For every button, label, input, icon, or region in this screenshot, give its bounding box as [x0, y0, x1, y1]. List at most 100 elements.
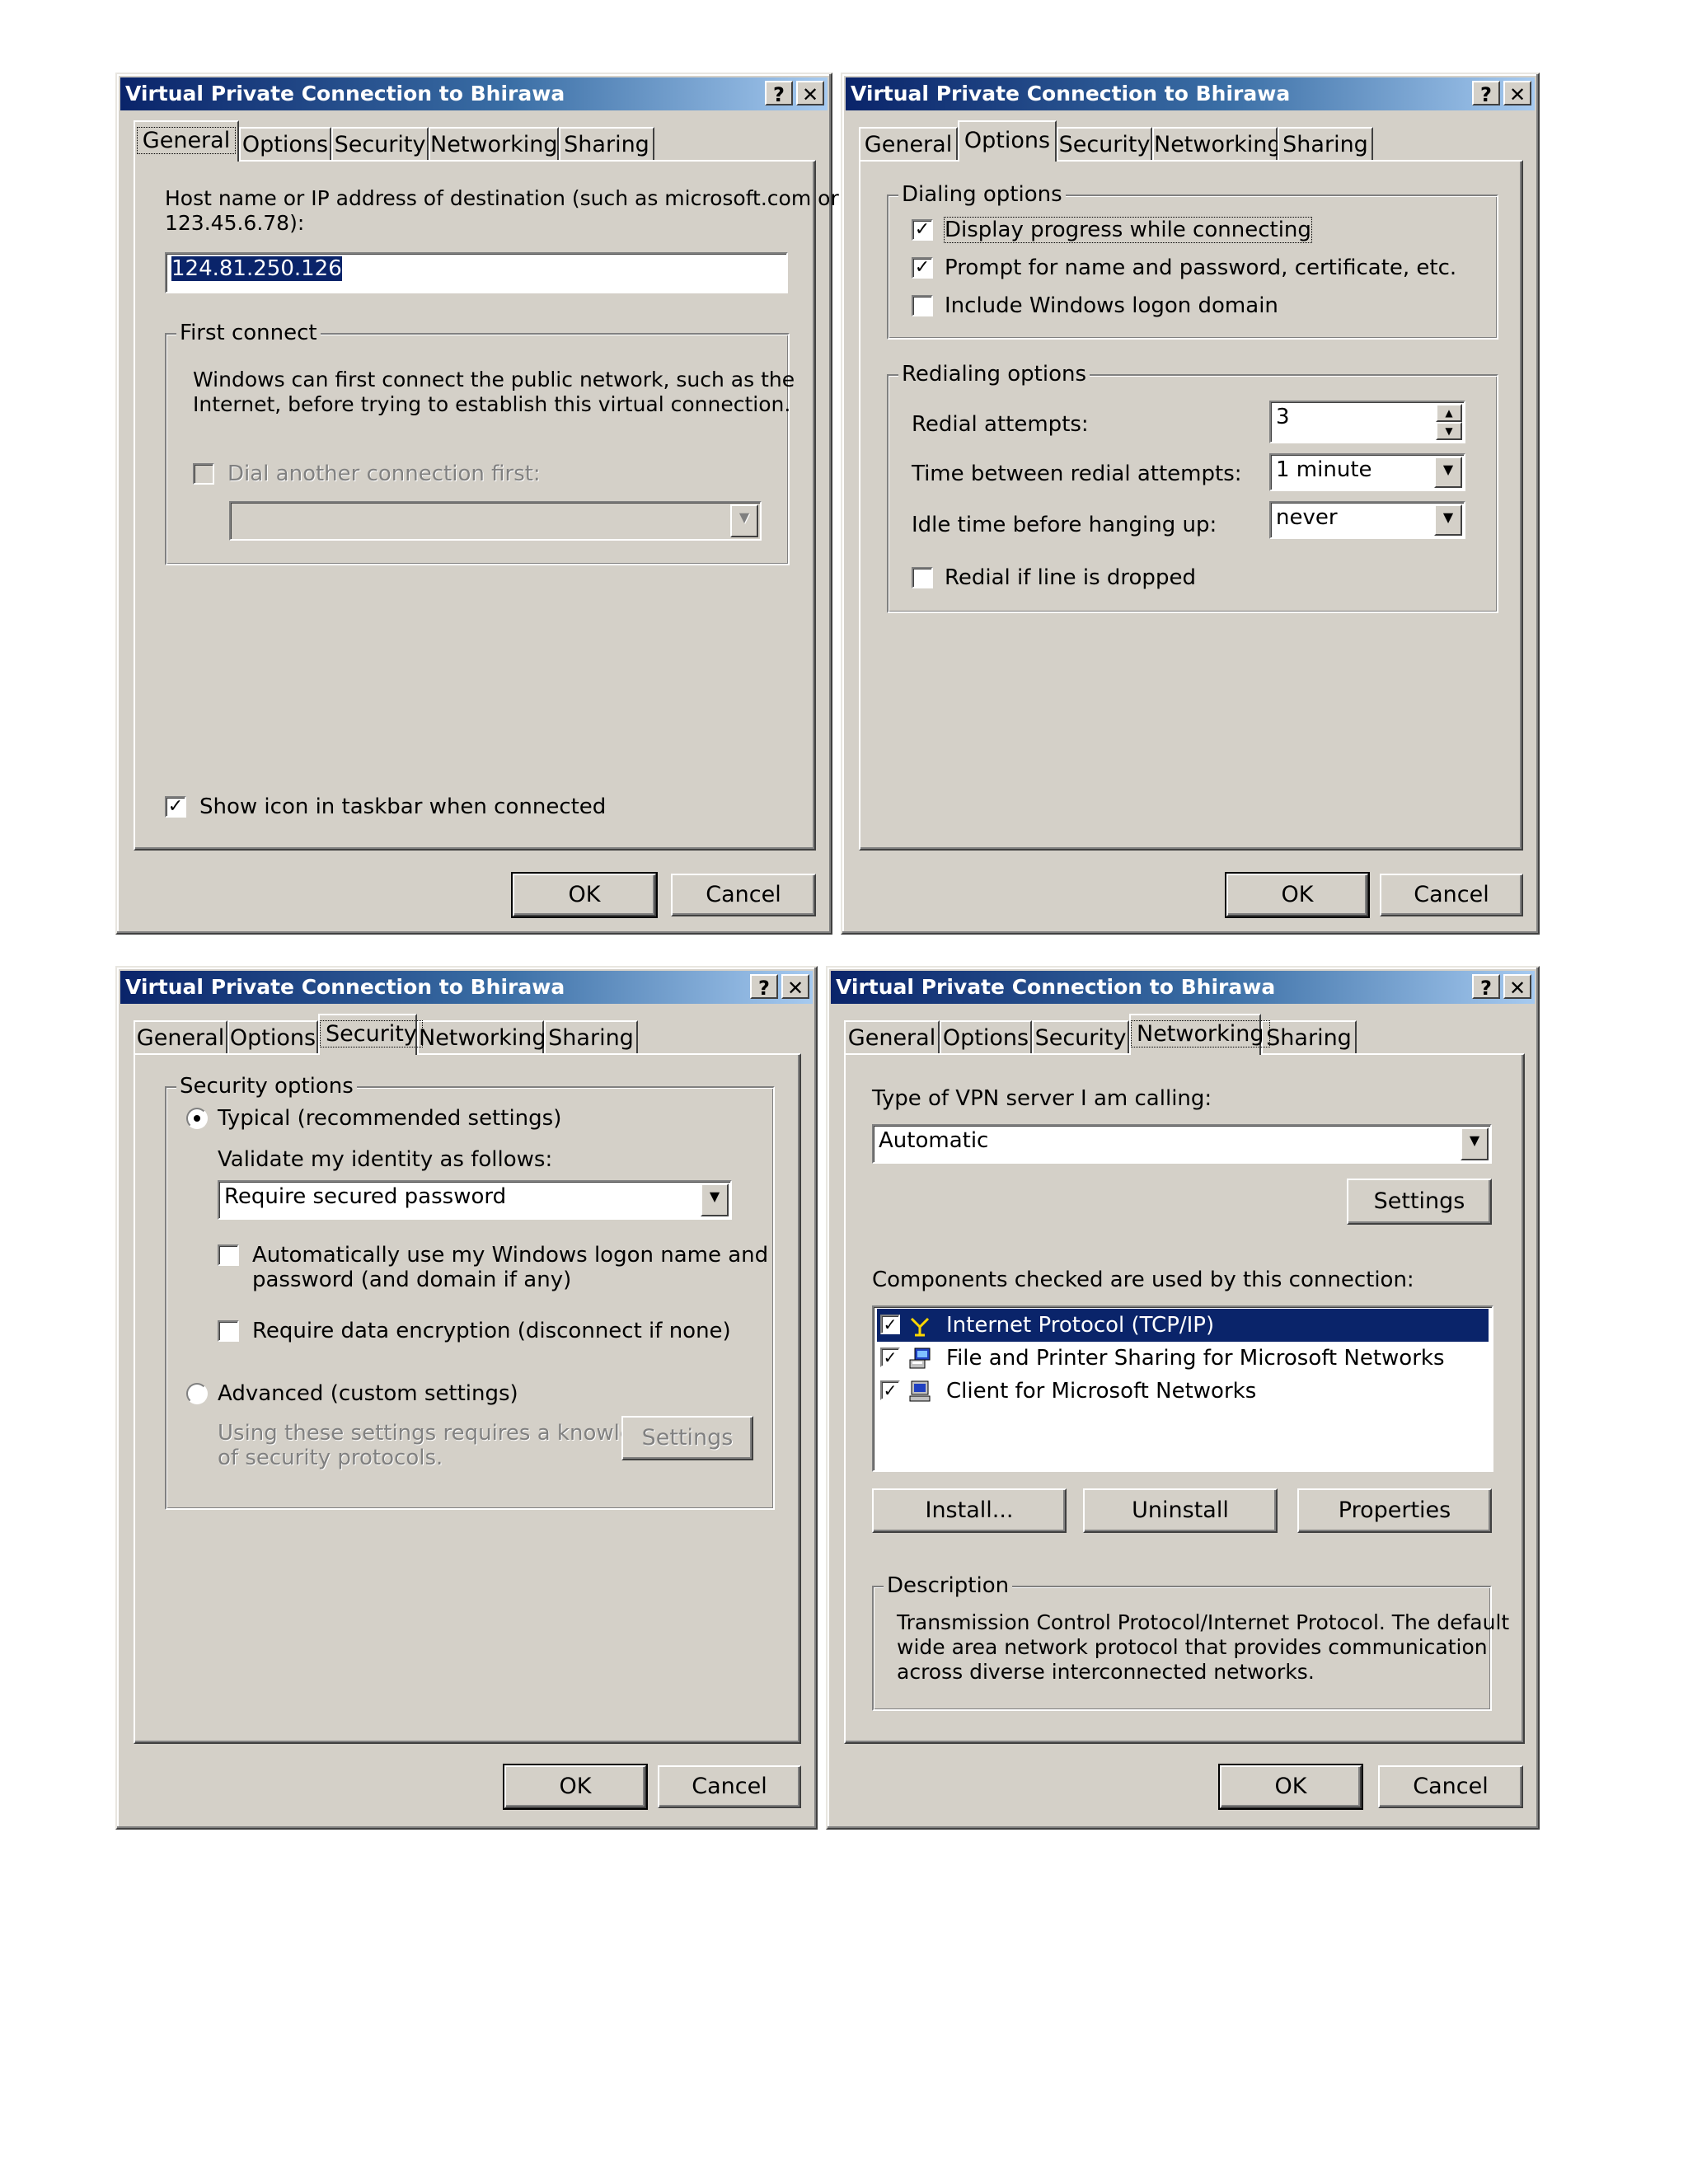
close-button[interactable]: ✕ [781, 974, 809, 1000]
help-button[interactable]: ? [750, 974, 778, 1000]
advanced-label: Advanced (custom settings) [218, 1381, 518, 1406]
host-input-value: 124.81.250.126 [171, 256, 342, 281]
title-bar[interactable]: Virtual Private Connection to Bhirawa ? … [846, 77, 1535, 110]
security-settings-button[interactable]: Settings [621, 1416, 753, 1460]
tab-networking[interactable]: Networking [1129, 1014, 1270, 1055]
redial-dropped-checkbox[interactable] [912, 567, 933, 588]
time-between-dropdown[interactable]: 1 minute ▼ [1269, 453, 1465, 491]
auto-logon-checkbox[interactable] [218, 1244, 239, 1266]
tcpip-label: Internet Protocol (TCP/IP) [946, 1313, 1215, 1338]
ok-button[interactable]: OK [1218, 1764, 1363, 1810]
close-button[interactable]: ✕ [1503, 81, 1531, 106]
tab-general[interactable]: General [859, 127, 958, 160]
validate-value: Require secured password [224, 1184, 507, 1209]
require-encryption-checkbox[interactable] [218, 1320, 239, 1342]
typical-radio[interactable] [186, 1108, 208, 1129]
tab-security[interactable]: Security [318, 1014, 423, 1055]
redial-attempts-spinner[interactable]: ▲ ▼ [1436, 404, 1462, 440]
require-encryption-label: Require data encryption (disconnect if n… [252, 1319, 731, 1343]
networking-settings-button[interactable]: Settings [1347, 1179, 1492, 1225]
tab-networking[interactable]: Networking [1152, 127, 1282, 160]
cancel-button[interactable]: Cancel [1380, 874, 1523, 916]
include-domain-checkbox[interactable] [912, 295, 933, 316]
advanced-note-line1: Using these settings requires a knowledg… [218, 1421, 673, 1446]
dial-another-dropdown[interactable]: ▼ [229, 501, 762, 541]
list-item-network-client[interactable]: ✓ Client for Microsoft Networks [877, 1375, 1489, 1408]
close-button[interactable]: ✕ [796, 81, 824, 106]
tab-general[interactable]: General [844, 1020, 940, 1053]
redialing-options-group: Redialing options Redial attempts: 3 ▲ ▼ … [887, 361, 1498, 613]
tcpip-checkbox[interactable]: ✓ [880, 1315, 900, 1334]
tab-security[interactable]: Security [1057, 127, 1152, 160]
prompt-checkbox[interactable]: ✓ [912, 257, 933, 279]
tab-sharing[interactable]: Sharing [559, 127, 654, 160]
chevron-down-icon[interactable]: ▼ [1461, 1127, 1489, 1160]
redial-attempts-input[interactable]: 3 ▲ ▼ [1269, 401, 1465, 443]
spin-up-icon[interactable]: ▲ [1436, 404, 1462, 422]
tab-options[interactable]: Options [940, 1020, 1032, 1053]
ok-button[interactable]: OK [1225, 872, 1370, 918]
display-progress-checkbox[interactable]: ✓ [912, 219, 933, 241]
dial-another-checkbox[interactable] [193, 463, 214, 485]
validate-dropdown[interactable]: Require secured password ▼ [218, 1180, 732, 1220]
idle-time-dropdown[interactable]: never ▼ [1269, 501, 1465, 539]
network-client-label: Client for Microsoft Networks [946, 1379, 1257, 1404]
help-button[interactable]: ? [765, 81, 793, 106]
tab-panel-networking: Type of VPN server I am calling: Automat… [844, 1053, 1525, 1744]
properties-button[interactable]: Properties [1297, 1488, 1492, 1533]
host-input[interactable]: 124.81.250.126 [165, 252, 788, 293]
list-item-file-printer-sharing[interactable]: ✓ File and Printer Sharing for Microsoft… [877, 1342, 1489, 1375]
vpn-type-value: Automatic [879, 1128, 989, 1153]
chevron-down-icon[interactable]: ▼ [1434, 504, 1462, 536]
tab-sharing[interactable]: Sharing [544, 1020, 638, 1053]
close-button[interactable]: ✕ [1503, 974, 1531, 1000]
tab-networking[interactable]: Networking [429, 127, 559, 160]
tab-security[interactable]: Security [331, 127, 429, 160]
ok-button[interactable]: OK [503, 1764, 648, 1810]
cancel-button[interactable]: Cancel [658, 1765, 801, 1808]
title-bar[interactable]: Virtual Private Connection to Bhirawa ? … [120, 77, 828, 110]
security-options-legend: Security options [176, 1073, 357, 1099]
network-client-checkbox[interactable]: ✓ [880, 1380, 900, 1400]
install-button[interactable]: Install... [872, 1488, 1067, 1533]
tab-panel-general: Host name or IP address of destination (… [134, 160, 839, 851]
first-connect-group: First connect Windows can first connect … [165, 320, 795, 565]
uninstall-button[interactable]: Uninstall [1083, 1488, 1278, 1533]
tab-sharing[interactable]: Sharing [1278, 127, 1373, 160]
chevron-down-icon[interactable]: ▼ [730, 504, 758, 537]
tab-general[interactable]: General [134, 1020, 227, 1053]
chevron-down-icon[interactable]: ▼ [701, 1183, 729, 1216]
chevron-down-icon[interactable]: ▼ [1434, 457, 1462, 488]
advanced-note-line2: of security protocols. [218, 1446, 443, 1470]
help-button[interactable]: ? [1472, 81, 1500, 106]
tab-options[interactable]: Options [227, 1020, 318, 1053]
components-list[interactable]: ✓ Internet Protocol (TCP/IP) ✓ File and … [872, 1305, 1493, 1472]
cancel-button[interactable]: Cancel [671, 874, 816, 916]
tab-networking[interactable]: Networking [417, 1020, 546, 1053]
typical-label: Typical (recommended settings) [218, 1106, 562, 1131]
advanced-radio[interactable] [186, 1383, 208, 1404]
show-icon-label: Show icon in taskbar when connected [199, 794, 607, 819]
prompt-label: Prompt for name and password, certificat… [945, 255, 1457, 280]
file-printer-sharing-icon [909, 1347, 931, 1369]
first-connect-legend: First connect [176, 320, 321, 346]
cancel-button[interactable]: Cancel [1378, 1765, 1523, 1808]
tab-sharing[interactable]: Sharing [1261, 1020, 1357, 1053]
dialog-networking: Virtual Private Connection to Bhirawa ? … [826, 966, 1540, 1830]
title-bar[interactable]: Virtual Private Connection to Bhirawa ? … [831, 971, 1535, 1004]
tab-options[interactable]: Options [958, 120, 1057, 162]
vpn-type-label: Type of VPN server I am calling: [872, 1086, 1212, 1111]
list-item-tcpip[interactable]: ✓ Internet Protocol (TCP/IP) [877, 1309, 1489, 1342]
file-printer-sharing-checkbox[interactable]: ✓ [880, 1347, 900, 1367]
tab-general[interactable]: General [134, 120, 239, 162]
tab-options[interactable]: Options [239, 127, 331, 160]
spin-down-icon[interactable]: ▼ [1436, 422, 1462, 440]
show-icon-checkbox[interactable]: ✓ [165, 796, 186, 818]
redial-dropped-label: Redial if line is dropped [945, 565, 1196, 590]
tab-security[interactable]: Security [1032, 1020, 1129, 1053]
ok-button[interactable]: OK [511, 872, 658, 918]
vpn-type-dropdown[interactable]: Automatic ▼ [872, 1124, 1492, 1164]
title-bar[interactable]: Virtual Private Connection to Bhirawa ? … [120, 971, 813, 1004]
redial-attempts-label: Redial attempts: [912, 412, 1089, 437]
help-button[interactable]: ? [1472, 974, 1500, 1000]
